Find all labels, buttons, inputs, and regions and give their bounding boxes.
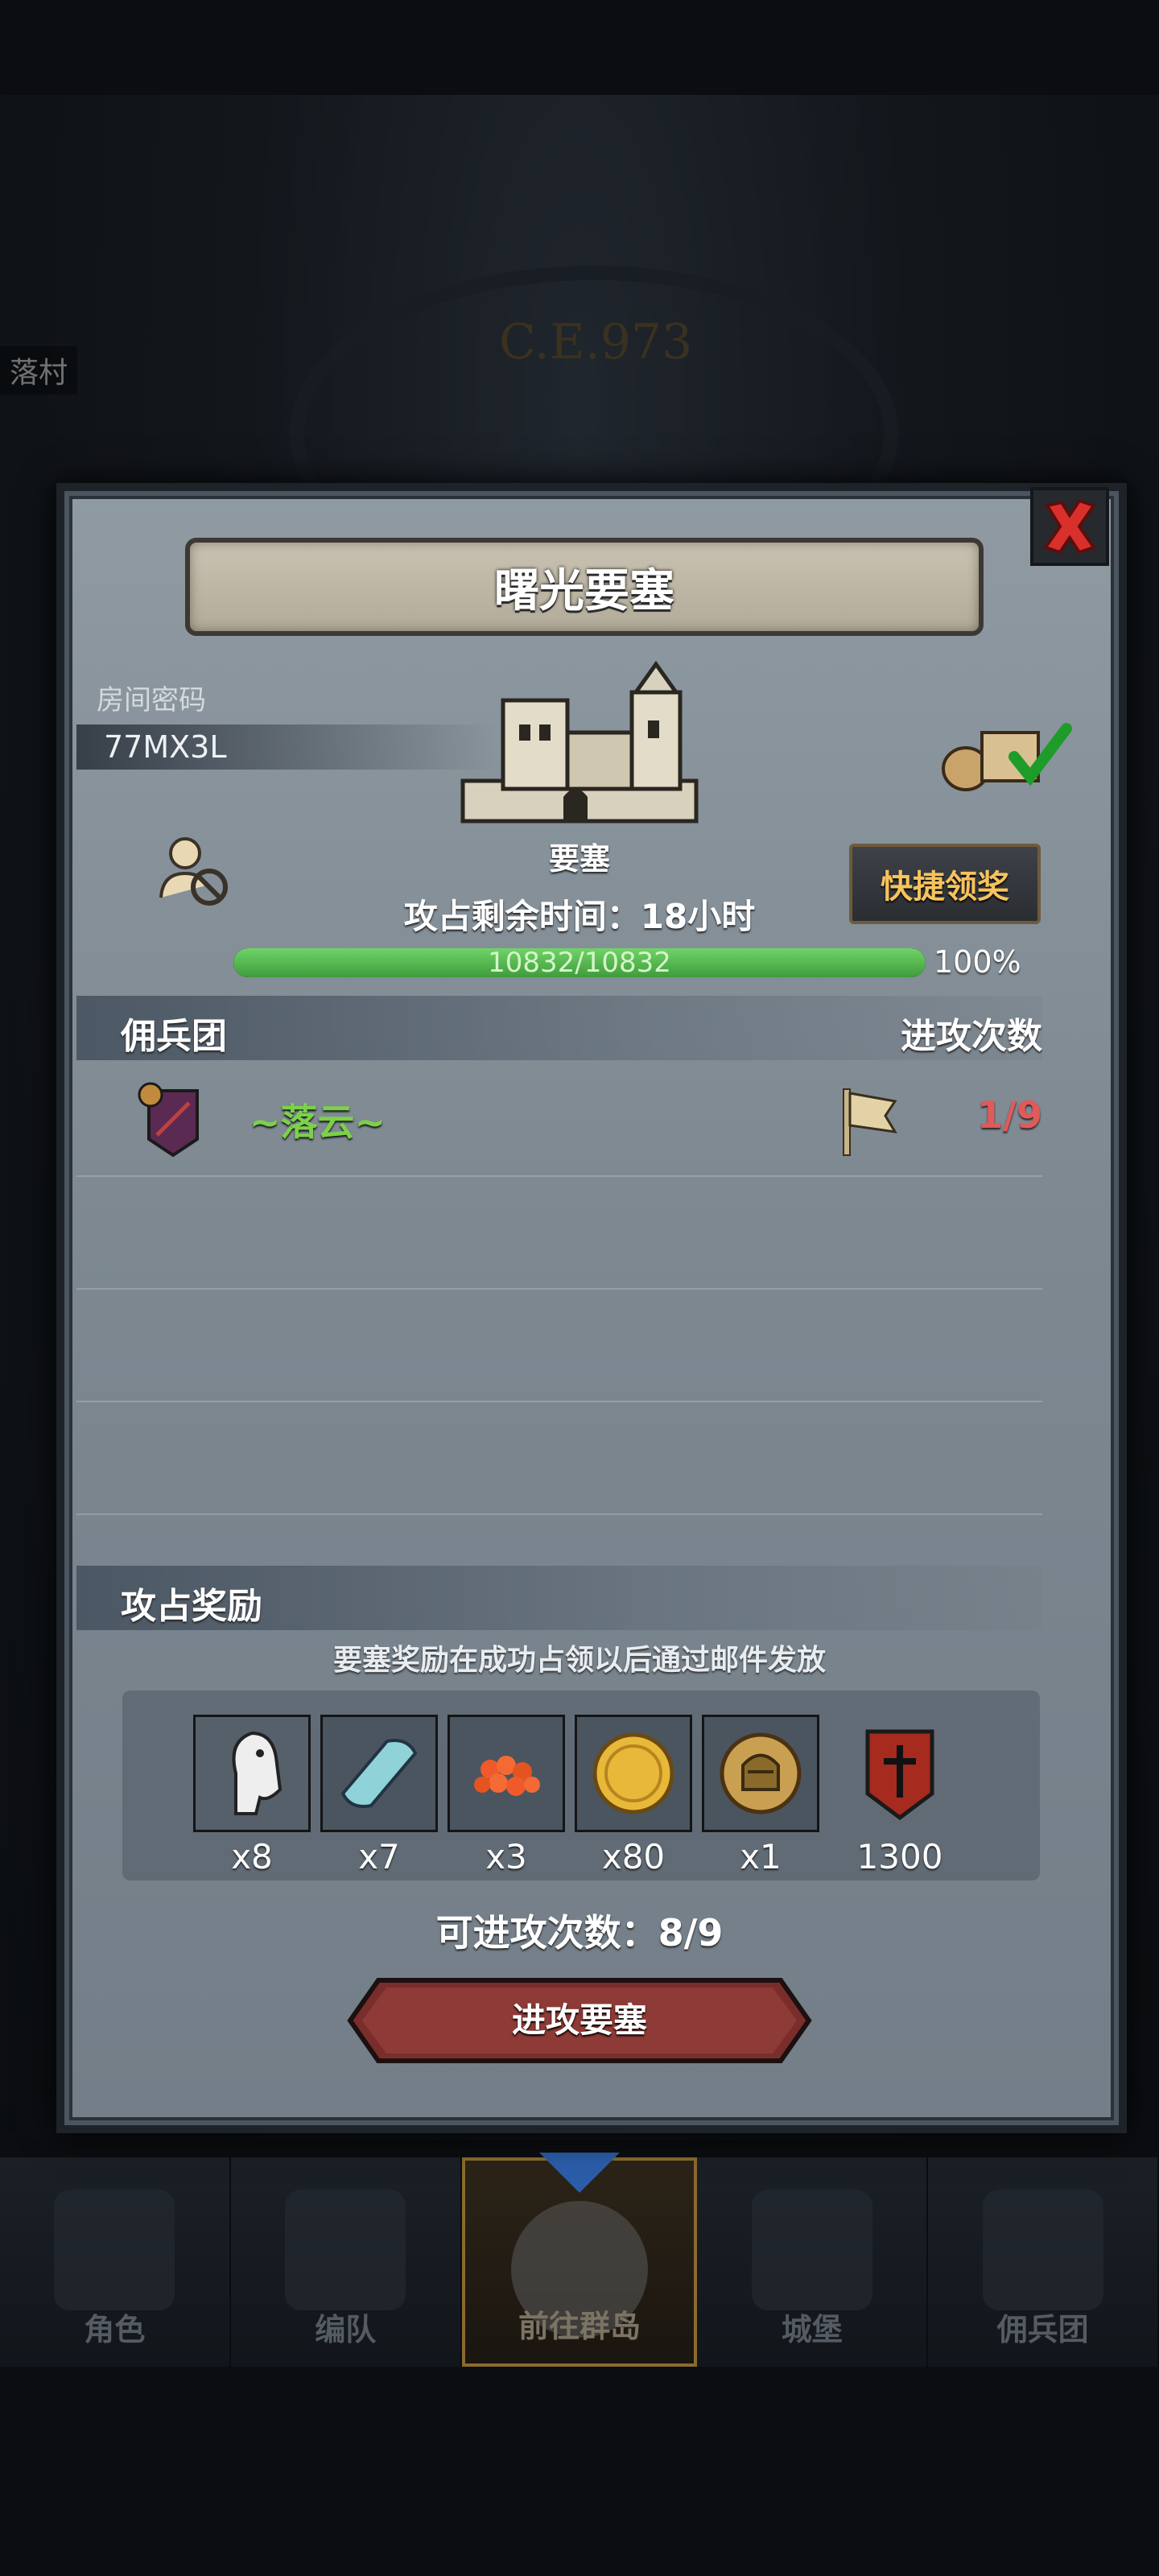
nav-label: 编队 (315, 2312, 377, 2347)
reward-quantity: 1300 (856, 1837, 943, 1876)
reward-section-header: 攻占奖励 (76, 1566, 1042, 1630)
mercenary-name: ~落云~ (250, 1100, 386, 1144)
bottom-navigation: 角色 编队 前往群岛 城堡 佣兵团 (0, 2153, 1159, 2367)
dialog-title-banner: 曙光要塞 (185, 538, 984, 636)
flag-icon (843, 1088, 897, 1156)
nav-label: 城堡 (781, 2312, 843, 2347)
nav-label: 佣兵团 (996, 2312, 1089, 2347)
close-icon (1042, 498, 1097, 555)
reward-item[interactable]: 1300 (841, 1715, 959, 1876)
mercenary-icon (982, 2190, 1103, 2310)
room-password-field[interactable]: 77MX3L (76, 724, 498, 770)
reward-quantity: x3 (485, 1837, 527, 1876)
fortress-type-label: 要塞 (548, 841, 610, 877)
quick-claim-label: 快捷领奖 (881, 869, 1009, 906)
attack-count-column-title: 进攻次数 (901, 1016, 1042, 1057)
horse-icon (232, 1731, 283, 1815)
nav-item-mercenary[interactable]: 佣兵团 (928, 2157, 1159, 2367)
gold-coin-icon (592, 1732, 674, 1814)
reward-item[interactable]: x3 (448, 1715, 565, 1876)
guild-banner-icon (865, 1729, 934, 1821)
reward-quantity: x1 (740, 1837, 782, 1876)
chevron-down-icon (538, 2153, 620, 2193)
formation-icon (285, 2190, 406, 2310)
room-password-label: 房间密码 (97, 684, 206, 716)
nav-label: 角色 (84, 2312, 146, 2347)
castle-icon (751, 2190, 872, 2310)
no-user-icon[interactable] (153, 829, 233, 910)
mercenary-row-empty (76, 1290, 1042, 1402)
occupation-progress-text: 10832/10832 (488, 948, 671, 977)
mercenary-row[interactable]: ~落云~ 1/9 (76, 1063, 1042, 1177)
mercenary-section-header: 佣兵团 进攻次数 (76, 996, 1042, 1060)
guild-emblem-icon (138, 1082, 199, 1158)
nav-item-castle[interactable]: 城堡 (697, 2157, 929, 2367)
nav-item-islands[interactable]: 前往群岛 (461, 2153, 698, 2367)
dialog-title: 曙光要塞 (494, 564, 674, 617)
knight-helmet-coin-icon (720, 1732, 802, 1814)
nav-label: 前往群岛 (518, 2309, 641, 2344)
caviar-icon (474, 1756, 540, 1796)
fortress-icon (460, 660, 699, 824)
rewards-claimed-icon[interactable] (938, 708, 1074, 797)
mercenary-attack-count: 1/9 (977, 1093, 1042, 1137)
reward-item[interactable]: x7 (320, 1715, 438, 1876)
occupation-time-remaining: 攻占剩余时间：18小时 (403, 897, 756, 936)
reward-quantity: x7 (358, 1837, 400, 1876)
occupation-progress-percent: 100% (934, 944, 1021, 980)
mercenary-row-empty (76, 1177, 1042, 1290)
reward-quantity: x8 (231, 1837, 273, 1876)
remaining-attempts: 可进攻次数：8/9 (435, 1911, 724, 1955)
quick-claim-button[interactable]: 快捷领奖 (849, 844, 1041, 924)
mercenary-column-title: 佣兵团 (121, 1016, 227, 1057)
reward-note: 要塞奖励在成功占领以后通过邮件发放 (332, 1644, 826, 1677)
reward-item[interactable]: x80 (575, 1715, 692, 1876)
close-button[interactable] (1030, 487, 1109, 566)
reward-section-title: 攻占奖励 (121, 1586, 262, 1627)
reward-item[interactable]: x8 (193, 1715, 311, 1876)
attack-button-label: 进攻要塞 (511, 2000, 647, 2040)
attack-fortress-button[interactable]: 进攻要塞 (346, 1976, 813, 2065)
cloth-icon (340, 1739, 418, 1808)
room-password-value: 77MX3L (104, 729, 227, 765)
nav-item-formation[interactable]: 编队 (231, 2157, 462, 2367)
reward-quantity: x80 (601, 1837, 666, 1876)
mercenary-row-empty (76, 1402, 1042, 1515)
occupation-progress-bar: 10832/10832 (233, 948, 926, 977)
reward-item[interactable]: x1 (702, 1715, 819, 1876)
nav-item-character[interactable]: 角色 (0, 2157, 231, 2367)
character-icon (54, 2190, 175, 2310)
